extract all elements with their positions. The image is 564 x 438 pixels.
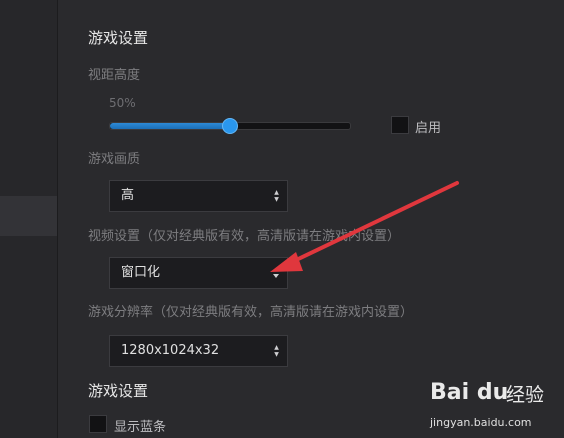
quality-select[interactable]: 高 ▲ ▼ bbox=[109, 180, 288, 212]
watermark: Bai du 经验 jingyan.baidu.com bbox=[428, 376, 558, 434]
watermark-url: jingyan.baidu.com bbox=[430, 416, 532, 429]
slider-fill bbox=[110, 123, 229, 129]
sidebar-item-selected[interactable] bbox=[0, 196, 57, 236]
video-label: 视频设置（仅对经典版有效，高清版请在游戏内设置） bbox=[88, 229, 401, 244]
resolution-select[interactable]: 1280x1024x32 ▲ ▼ bbox=[109, 335, 288, 367]
section-title-game-settings-2: 游戏设置 bbox=[88, 382, 149, 400]
watermark-jingyan: 经验 bbox=[506, 384, 545, 406]
view-height-slider[interactable] bbox=[109, 118, 351, 134]
stepper-icon: ▲ ▼ bbox=[274, 344, 279, 358]
settings-panel: 游戏设置 视距高度 50% 启用 游戏画质 高 ▲ ▼ 视频设置（仅对经典版有效，… bbox=[58, 0, 564, 438]
stepper-icon: ▲ ▼ bbox=[274, 189, 279, 203]
quality-label: 游戏画质 bbox=[88, 152, 141, 167]
video-select[interactable]: 窗口化 bbox=[109, 257, 288, 289]
chevron-down-icon bbox=[273, 274, 279, 278]
video-select-value: 窗口化 bbox=[121, 265, 161, 280]
left-sidebar bbox=[0, 0, 58, 438]
watermark-logo: Bai du bbox=[430, 380, 509, 405]
quality-select-value: 高 bbox=[121, 188, 135, 203]
enable-checkbox[interactable] bbox=[391, 116, 409, 134]
enable-label: 启用 bbox=[415, 121, 442, 136]
resolution-select-value: 1280x1024x32 bbox=[121, 343, 220, 358]
slider-thumb[interactable] bbox=[222, 118, 238, 134]
show-bar-label: 显示蓝条 bbox=[114, 420, 167, 435]
view-height-value: 50% bbox=[109, 96, 136, 110]
show-bar-checkbox[interactable] bbox=[89, 415, 107, 433]
view-height-label: 视距高度 bbox=[88, 68, 141, 83]
section-title-game-settings: 游戏设置 bbox=[88, 29, 149, 47]
resolution-label: 游戏分辨率（仅对经典版有效，高清版请在游戏内设置） bbox=[88, 305, 414, 320]
